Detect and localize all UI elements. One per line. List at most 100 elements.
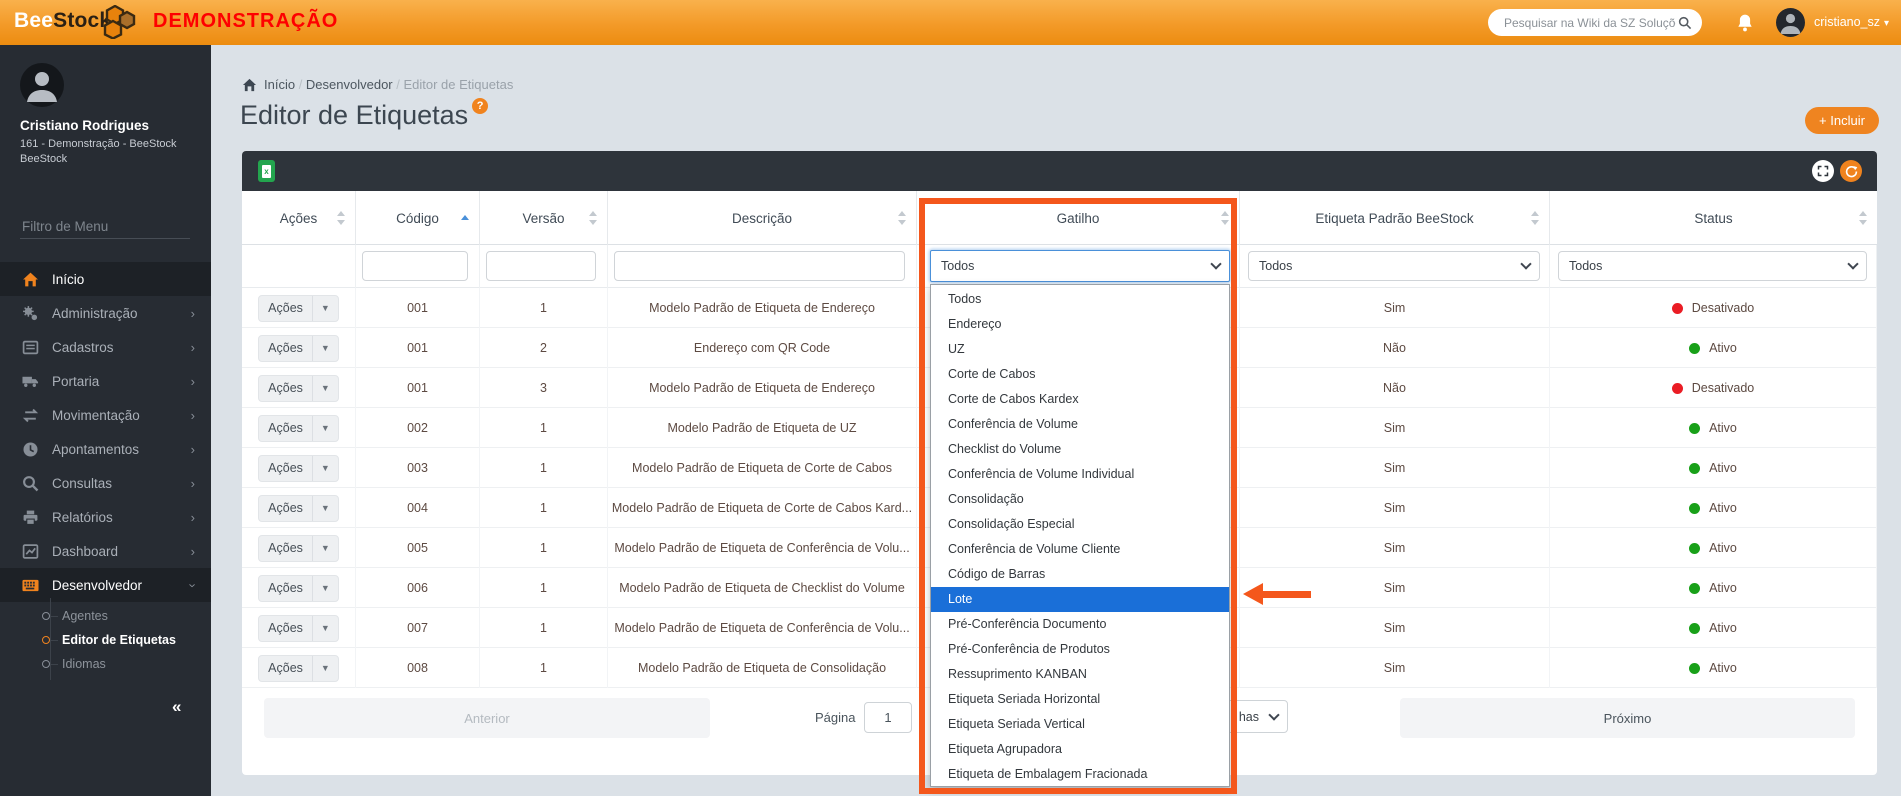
etiqueta-padrao-filter-select[interactable]: Todos	[1248, 251, 1540, 281]
actions-dropdown-button[interactable]: Ações▼	[258, 655, 339, 682]
chevron-down-icon	[1520, 258, 1531, 269]
dropdown-option[interactable]: Conferência de Volume Individual	[931, 462, 1229, 487]
submenu-item-idiomas[interactable]: Idiomas	[0, 652, 211, 676]
dropdown-option[interactable]: Lote	[931, 587, 1229, 612]
default-label-cell: Sim	[1240, 408, 1550, 448]
actions-dropdown-button[interactable]: Ações▼	[258, 615, 339, 642]
status-dot-icon	[1689, 503, 1700, 514]
excel-export-icon[interactable]: x	[258, 160, 275, 182]
page-number-input[interactable]	[864, 702, 912, 733]
truck-icon	[22, 373, 39, 390]
sort-icon	[898, 210, 907, 226]
actions-dropdown-button[interactable]: Ações▼	[258, 415, 339, 442]
actions-dropdown-button[interactable]: Ações▼	[258, 495, 339, 522]
descricao-filter-input[interactable]	[614, 251, 905, 281]
incluir-button[interactable]: + Incluir	[1805, 107, 1879, 134]
chevron-down-icon: ▼	[312, 496, 338, 521]
search-input[interactable]	[1502, 15, 1678, 31]
actions-dropdown-button[interactable]: Ações▼	[258, 335, 339, 362]
dropdown-option[interactable]: Conferência de Volume Cliente	[931, 537, 1229, 562]
codigo-filter-input[interactable]	[362, 251, 468, 281]
dropdown-option[interactable]: Consolidação	[931, 487, 1229, 512]
dropdown-option[interactable]: Etiqueta Seriada Vertical	[931, 712, 1229, 737]
beestock-logo[interactable]: BeeStock	[14, 9, 111, 33]
sidebar-item-dashboard[interactable]: Dashboard›	[0, 534, 211, 568]
bell-icon[interactable]	[1736, 13, 1754, 33]
actions-dropdown-button[interactable]: Ações▼	[258, 575, 339, 602]
status-dot-icon	[1689, 463, 1700, 474]
previous-page-button[interactable]: Anterior	[264, 698, 710, 738]
dropdown-option[interactable]: Etiqueta de Embalagem Fracionada	[931, 762, 1229, 787]
sidebar-item-relatorios[interactable]: Relatórios›	[0, 500, 211, 534]
wiki-search[interactable]	[1488, 9, 1702, 36]
actions-cell: Ações▼	[242, 408, 356, 448]
help-icon[interactable]: ?	[472, 98, 488, 114]
dropdown-option[interactable]: Pré-Conferência de Produtos	[931, 637, 1229, 662]
versao-filter-input[interactable]	[486, 251, 596, 281]
filter-cell: Todos	[1240, 245, 1550, 288]
menu-filter-input[interactable]	[20, 215, 190, 239]
gatilho-filter-select[interactable]: Todos	[930, 250, 1230, 282]
submenu-item-editor-de-etiquetas[interactable]: Editor de Etiquetas	[0, 628, 211, 652]
sidebar-item-consultas[interactable]: Consultas›	[0, 466, 211, 500]
dropdown-option[interactable]: Checklist do Volume	[931, 437, 1229, 462]
dropdown-option[interactable]: Etiqueta Seriada Horizontal	[931, 687, 1229, 712]
refresh-icon[interactable]	[1840, 160, 1862, 182]
sidebar-item-cadastros[interactable]: Cadastros›	[0, 330, 211, 364]
column-header-etiqueta-padra-o-beestock[interactable]: Etiqueta Padrão BeeStock	[1240, 191, 1550, 245]
actions-dropdown-button[interactable]: Ações▼	[258, 535, 339, 562]
user-avatar[interactable]	[1776, 8, 1805, 37]
top-bar: BeeStock DEMONSTRAÇÃO cristiano_sz▾	[0, 0, 1901, 45]
actions-dropdown-button[interactable]: Ações▼	[258, 455, 339, 482]
dropdown-option[interactable]: Ressuprimento KANBAN	[931, 662, 1229, 687]
actions-dropdown-button[interactable]: Ações▼	[258, 375, 339, 402]
column-header-status[interactable]: Status	[1550, 191, 1877, 245]
column-header-gatilho[interactable]: Gatilho	[917, 191, 1240, 245]
sidebar-collapse-button[interactable]: «	[172, 697, 181, 717]
sidebar-item-inicio[interactable]: Início	[0, 262, 211, 296]
column-label: Etiqueta Padrão BeeStock	[1315, 211, 1473, 226]
column-header-co-digo[interactable]: Código	[356, 191, 480, 245]
description-cell: Modelo Padrão de Etiqueta de Conferência…	[608, 608, 917, 648]
dropdown-option[interactable]: Corte de Cabos Kardex	[931, 387, 1229, 412]
sidebar-item-portaria[interactable]: Portaria›	[0, 364, 211, 398]
dropdown-option[interactable]: Todos	[931, 287, 1229, 312]
sidebar-avatar	[20, 63, 64, 107]
breadcrumb-item[interactable]: Início	[264, 77, 295, 92]
status-cell: Ativo	[1550, 608, 1877, 648]
sidebar-item-desenvolvedor[interactable]: Desenvolvedor›	[0, 568, 211, 602]
dropdown-option[interactable]: Etiqueta Agrupadora	[931, 737, 1229, 762]
column-header-ac-o-es[interactable]: Ações	[242, 191, 356, 245]
actions-dropdown-button[interactable]: Ações▼	[258, 295, 339, 322]
dropdown-option[interactable]: UZ	[931, 337, 1229, 362]
user-menu[interactable]: cristiano_sz▾	[1814, 15, 1889, 29]
submenu-item-agentes[interactable]: Agentes	[0, 604, 211, 628]
description-cell: Modelo Padrão de Etiqueta de UZ	[608, 408, 917, 448]
dropdown-option[interactable]: Conferência de Volume	[931, 412, 1229, 437]
column-header-descric-a-o[interactable]: Descrição	[608, 191, 917, 245]
next-page-button[interactable]: Próximo	[1400, 698, 1855, 738]
status-dot-icon	[1689, 663, 1700, 674]
dropdown-option[interactable]: Consolidação Especial	[931, 512, 1229, 537]
dropdown-option[interactable]: Endereço	[931, 312, 1229, 337]
selected-value: Todos	[1569, 259, 1602, 273]
dropdown-option[interactable]: Pré-Conferência Documento	[931, 612, 1229, 637]
status-cell: Ativo	[1550, 528, 1877, 568]
dropdown-option[interactable]: Código de Barras	[931, 562, 1229, 587]
breadcrumb-item[interactable]: Desenvolvedor	[306, 77, 393, 92]
status-label: Ativo	[1709, 621, 1737, 635]
status-cell: Ativo	[1550, 408, 1877, 448]
status-filter-select[interactable]: Todos	[1558, 251, 1867, 281]
chevron-right-icon: ›	[191, 476, 195, 491]
sidebar-item-apontamentos[interactable]: Apontamentos›	[0, 432, 211, 466]
actions-cell: Ações▼	[242, 528, 356, 568]
column-header-versa-o[interactable]: Versão	[480, 191, 608, 245]
chevron-down-icon: ›	[185, 583, 200, 587]
actions-label: Ações	[259, 581, 312, 595]
expand-icon[interactable]	[1812, 160, 1834, 182]
default-label-cell: Sim	[1240, 568, 1550, 608]
dropdown-option[interactable]: Corte de Cabos	[931, 362, 1229, 387]
sidebar-item-administracao[interactable]: Administração›	[0, 296, 211, 330]
sidebar-item-movimentacao[interactable]: Movimentação›	[0, 398, 211, 432]
description-cell: Modelo Padrão de Etiqueta de Conferência…	[608, 528, 917, 568]
